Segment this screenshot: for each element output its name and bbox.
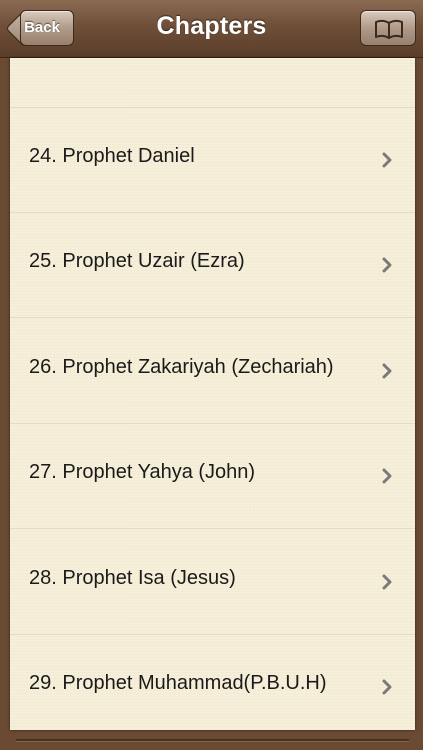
chapter-row-29[interactable]: 29. Prophet Muhammad(P.B.U.H): [10, 635, 415, 730]
chevron-right-icon: [382, 574, 392, 590]
bookmarks-button[interactable]: [360, 10, 416, 46]
bottom-edge: [10, 730, 415, 750]
navigation-bar: Back Chapters: [0, 0, 423, 58]
chapter-title: 29. Prophet Muhammad(P.B.U.H): [29, 672, 327, 694]
chevron-right-icon: [382, 257, 392, 273]
chapter-row-27[interactable]: 27. Prophet Yahya (John): [10, 424, 415, 529]
chapter-list: 24. Prophet Daniel 25. Prophet Uzair (Ez…: [10, 58, 415, 730]
chevron-right-icon: [382, 363, 392, 379]
chapter-row-28[interactable]: 28. Prophet Isa (Jesus): [10, 530, 415, 635]
chapter-title: 26. Prophet Zakariyah (Zechariah): [29, 356, 334, 378]
chapter-title: 28. Prophet Isa (Jesus): [29, 567, 236, 589]
chapter-row-26[interactable]: 26. Prophet Zakariyah (Zechariah): [10, 319, 415, 424]
chevron-right-icon: [382, 152, 392, 168]
list-item-partial[interactable]: [10, 58, 415, 108]
chapter-title: 24. Prophet Daniel: [29, 145, 195, 167]
book-icon: [375, 19, 403, 39]
chapter-row-24[interactable]: 24. Prophet Daniel: [10, 108, 415, 213]
chapter-row-25[interactable]: 25. Prophet Uzair (Ezra): [10, 213, 415, 318]
chevron-right-icon: [382, 679, 392, 695]
chevron-right-icon: [382, 468, 392, 484]
bottom-divider: [16, 739, 409, 741]
chapter-title: 25. Prophet Uzair (Ezra): [29, 250, 245, 272]
chapter-title: 27. Prophet Yahya (John): [29, 461, 256, 483]
